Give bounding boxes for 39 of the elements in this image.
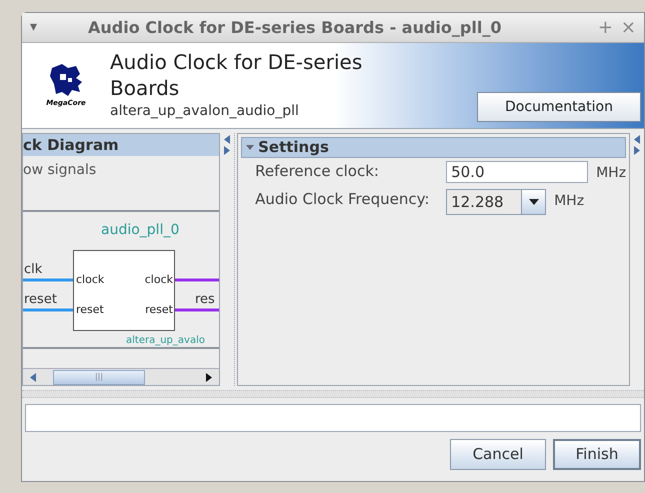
frequency-dropdown[interactable]: 12.288 xyxy=(446,189,546,215)
scroll-right-icon[interactable] xyxy=(205,372,214,382)
window-title: Audio Clock for DE-series Boards - audio_pll_0 xyxy=(88,16,502,39)
instance-name: audio_pll_0 xyxy=(101,221,180,240)
field-label: Audio Clock Frequency: xyxy=(255,189,430,209)
dialog-button[interactable]: Finish xyxy=(553,439,641,470)
window-menu-glyph[interactable]: ▾ xyxy=(30,17,80,38)
signal-label: reset xyxy=(24,291,57,309)
field-label: Reference clock: xyxy=(255,161,380,181)
section-title: Settings xyxy=(258,137,329,158)
header-subtitle: altera_up_avalon_audio_pll xyxy=(110,102,300,121)
logo-icon xyxy=(48,62,84,98)
port-label: clock xyxy=(144,272,173,288)
input-field[interactable]: 50.0 xyxy=(446,161,588,183)
scroll-left-icon[interactable] xyxy=(29,372,37,382)
component-type: altera_up_avalo xyxy=(126,334,205,347)
expanded-icon xyxy=(246,144,254,152)
collapse-right-icon[interactable] xyxy=(223,146,232,155)
settings-header[interactable]: Settings xyxy=(241,137,626,158)
header-title: Audio Clock for DE-series Boards xyxy=(110,49,364,101)
dialog-button[interactable]: Cancel xyxy=(450,439,546,470)
signal-wire xyxy=(23,278,73,282)
documentation-button[interactable]: Documentation xyxy=(477,92,641,122)
panel-title: ck Diagram xyxy=(23,134,220,156)
signal-wire xyxy=(175,278,220,282)
signal-label: res xyxy=(195,291,215,309)
signal-wire xyxy=(23,308,73,312)
port-label: reset xyxy=(76,302,104,318)
signal-wire xyxy=(175,308,220,312)
show-signals-label: ow signals xyxy=(23,156,220,212)
caret-icon xyxy=(528,199,539,205)
collapse-left-icon[interactable] xyxy=(223,135,232,144)
unit-label: MHz xyxy=(596,164,626,183)
collapse-right-icon[interactable] xyxy=(633,146,642,155)
port-label: reset xyxy=(145,302,173,318)
collapse-left-icon[interactable] xyxy=(633,135,642,144)
port-label: clock xyxy=(76,272,104,288)
signal-label: clk xyxy=(24,261,42,279)
unit-label: MHz xyxy=(554,192,584,211)
